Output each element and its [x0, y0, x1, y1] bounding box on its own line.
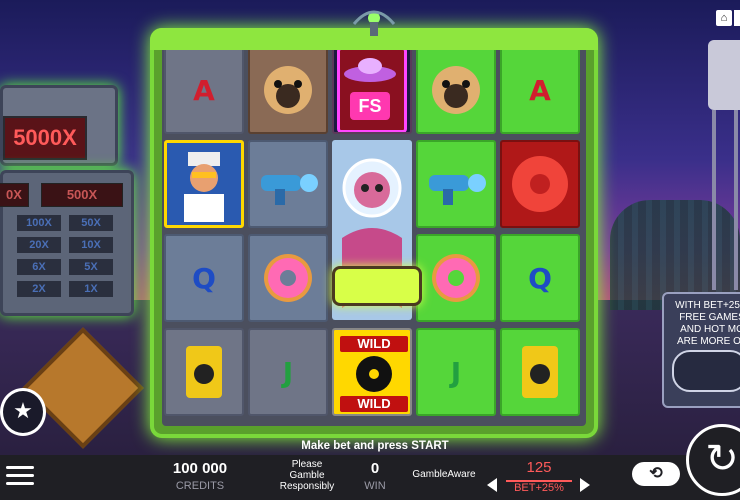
reel-cell: Q: [164, 234, 244, 322]
reel-cell: [164, 140, 244, 228]
reel-cell: [248, 234, 328, 322]
win-label: WIN: [364, 480, 386, 492]
reel-cell: [500, 140, 580, 228]
hamburger-menu-icon[interactable]: [6, 462, 36, 490]
symbol-letter: Q: [192, 261, 216, 295]
reel-cell: [248, 46, 328, 134]
donut-icon: [432, 254, 480, 302]
bet-increase-icon[interactable]: [580, 478, 590, 492]
paytable-value: 500X: [41, 183, 123, 207]
autoplay-cycle-icon[interactable]: ⟲: [632, 462, 680, 486]
responsible-line: Gamble: [289, 470, 325, 481]
reel-cell: WILD WILD: [332, 328, 412, 416]
paytable-top-value: 5000X: [3, 116, 87, 160]
home-icon[interactable]: ⌂: [716, 10, 732, 26]
symbol-letter: Q: [528, 261, 552, 295]
wild-label-top: WILD: [340, 336, 408, 352]
paytable-value: 50X: [69, 215, 113, 231]
symbol-letter: J: [450, 355, 462, 389]
radioactive-barrel-icon: [522, 346, 558, 398]
multiplier-capsule: [332, 266, 422, 306]
reel-cell: [164, 328, 244, 416]
wild-label-bottom: WILD: [340, 396, 408, 412]
ufo-icon: [344, 58, 396, 82]
wild-symbol: WILD WILD: [334, 330, 410, 414]
reel-frame: A FS A Q Q J WILD WILD J: [150, 28, 598, 438]
reel-cell: A: [500, 46, 580, 134]
reel-cell: J: [416, 328, 496, 416]
paytable-body: 0X 500X 100X 50X 20X 10X 6X 5X 2X 1X: [0, 170, 134, 316]
swirl-disc-icon: [512, 156, 568, 212]
reel-cell: Q: [500, 234, 580, 322]
pug-icon: [264, 66, 312, 114]
credits-label: CREDITS: [175, 480, 225, 492]
paytable-value: 5X: [69, 259, 113, 275]
reel-cell: [248, 140, 328, 228]
paytable-value: 0X: [0, 183, 29, 207]
paytable-panel: 5000X 0X 500X 100X 50X 20X 10X 6X 5X 2X …: [0, 80, 134, 316]
reel-cell: A: [164, 46, 244, 134]
status-prompt: Make bet and press START: [301, 440, 449, 452]
gamble-aware-link[interactable]: GambleAware: [404, 469, 484, 480]
reel-area: A FS A Q Q J WILD WILD J: [162, 44, 586, 426]
symbol-letter: A: [529, 73, 551, 107]
paytable-value: 1X: [69, 281, 113, 297]
win-value: 0: [370, 460, 380, 477]
paytable-value: 2X: [17, 281, 61, 297]
star-icon[interactable]: ★: [0, 388, 46, 436]
bet-boost-toggle[interactable]: [672, 350, 740, 392]
bet-label: BET+25%: [506, 480, 572, 494]
bet-decrease-icon[interactable]: [487, 478, 497, 492]
antenna-icon: [352, 10, 396, 36]
paytable-value: 100X: [17, 215, 61, 231]
reel-cell: [500, 328, 580, 416]
responsible-line: Responsibly: [279, 481, 335, 492]
ray-gun-icon: [429, 174, 486, 205]
free-spins-label: FS: [350, 92, 390, 120]
paytable-value: 6X: [17, 259, 61, 275]
farmer-icon: [184, 152, 224, 222]
reel-cell: [416, 46, 496, 134]
credits-value: 100 000: [172, 460, 228, 477]
responsible-line: Please: [291, 459, 323, 470]
paytable-value: 10X: [69, 237, 113, 253]
donut-icon: [264, 254, 312, 302]
menu-edge-icon[interactable]: [734, 10, 740, 26]
reel-cell: FS: [332, 46, 412, 134]
pug-icon: [432, 66, 480, 114]
paytable-top: 5000X: [0, 85, 118, 166]
bet-value: 125: [526, 459, 552, 476]
responsible-gambling-link[interactable]: Please Gamble Responsibly: [272, 459, 342, 492]
water-tower: [700, 20, 740, 290]
free-spins-symbol: FS: [337, 48, 407, 132]
reel-cell: [416, 234, 496, 322]
promo-text: WITH BET+25% FREE GAMES AND HOT MO ARE M…: [675, 300, 740, 347]
symbol-letter: J: [282, 355, 294, 389]
radioactive-barrel-icon: [186, 346, 222, 398]
ray-gun-icon: [261, 174, 318, 205]
reel-cell: J: [248, 328, 328, 416]
reel-cell: [416, 140, 496, 228]
paytable-value: 20X: [17, 237, 61, 253]
symbol-letter: A: [193, 73, 215, 107]
radiation-icon: [356, 356, 392, 392]
